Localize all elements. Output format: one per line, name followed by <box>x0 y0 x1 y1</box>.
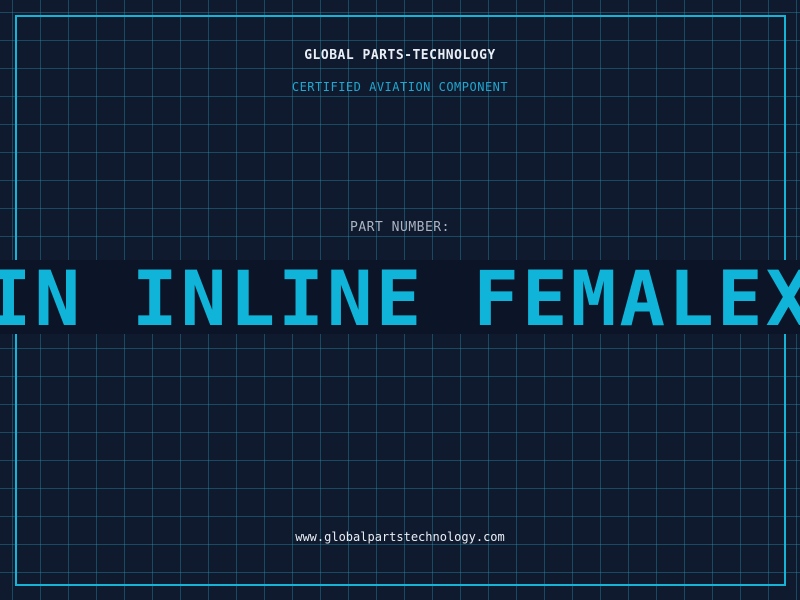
certification-subtitle: CERTIFIED AVIATION COMPONENT <box>291 80 509 94</box>
part-number-value: 4PIN INLINE FEMALEXLR <box>0 260 800 335</box>
part-number-band: 4PIN INLINE FEMALEXLR <box>0 260 800 334</box>
certificate-canvas: GLOBAL PARTS-TECHNOLOGY CERTIFIED AVIATI… <box>0 0 800 600</box>
company-name: GLOBAL PARTS-TECHNOLOGY <box>304 48 496 63</box>
part-number-label: PART NUMBER: <box>350 220 450 235</box>
website-link[interactable]: www.globalpartstechnology.com <box>0 530 800 544</box>
